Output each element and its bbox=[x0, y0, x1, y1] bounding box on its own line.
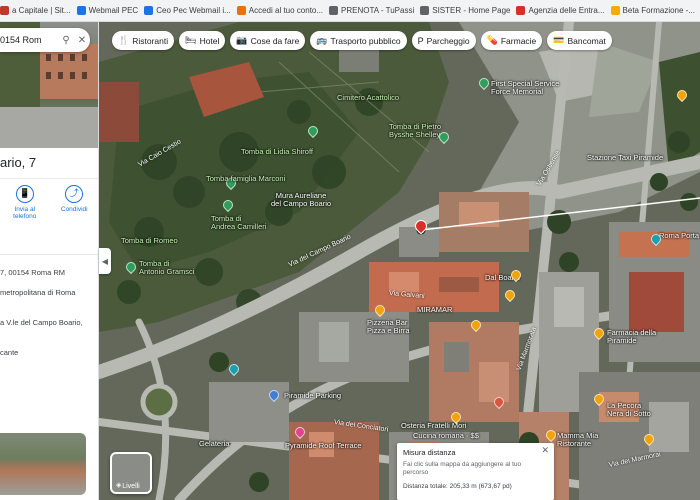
bookmark-favicon-icon bbox=[329, 6, 339, 15]
layers-label: Livelli bbox=[122, 483, 140, 490]
share-icon: ⤴ bbox=[65, 185, 84, 203]
bookmark-favicon-icon bbox=[144, 6, 154, 15]
bookmark-item[interactable]: Webmail PEC bbox=[76, 6, 139, 15]
atm-icon: 💳 bbox=[553, 35, 565, 45]
map-label[interactable]: Roma Porta bbox=[659, 232, 699, 240]
map-label[interactable]: Pyramide Roof Terrace bbox=[285, 442, 362, 450]
map-label[interactable]: MIRAMAR bbox=[417, 306, 452, 314]
region-line: metropolitana di Roma bbox=[0, 288, 76, 297]
bookmark-favicon-icon bbox=[0, 6, 9, 15]
chip-label: Hotel bbox=[199, 35, 220, 46]
chip-label: Ristoranti bbox=[132, 35, 169, 46]
bookmark-favicon-icon bbox=[516, 6, 526, 15]
map-label[interactable]: Tomba di Andrea Camilleri bbox=[211, 215, 266, 230]
place-title: ario, 7 bbox=[0, 155, 37, 170]
chip-trasporto-pubblico[interactable]: 🚌 Trasporto pubblico bbox=[310, 31, 407, 50]
search-query[interactable]: 0154 Rom bbox=[0, 35, 58, 45]
map-label[interactable]: Cucina romana · $$ bbox=[413, 432, 479, 440]
map-label[interactable]: Tomba famiglia Marconi bbox=[206, 175, 285, 183]
map-label[interactable]: Pizzeria Bar Pizza e Birra bbox=[367, 319, 410, 334]
fork-knife-icon: 🍴 bbox=[118, 35, 130, 45]
map-label[interactable]: Stazione Taxi Piramide bbox=[587, 154, 663, 162]
bookmark-item[interactable]: a Capitale | Sit... bbox=[0, 6, 71, 15]
chip-farmacie[interactable]: 💊 Farmacie bbox=[480, 31, 543, 50]
place-panel: 0154 Rom ⚲ ✕ ario, 7 📱 Invia al telefono ⤴… bbox=[0, 22, 99, 500]
map-label[interactable]: Tomba di Pietro Bysshe Shelley bbox=[389, 123, 441, 138]
map-label[interactable]: Piramide Parking bbox=[284, 392, 341, 400]
bookmark-label: Agenzia delle Entra... bbox=[528, 6, 605, 15]
bookmark-label: Beta Formazione -... bbox=[622, 6, 696, 15]
measure-distance: Distanza totale: 205,33 m (673,67 pd) bbox=[403, 482, 512, 490]
bed-icon: 🛏 bbox=[185, 35, 197, 45]
bookmark-favicon-icon bbox=[610, 6, 620, 15]
bookmark-favicon-icon bbox=[420, 6, 430, 15]
bookmarks-bar: a Capitale | Sit... Webmail PEC Ceo Pec We… bbox=[0, 0, 700, 22]
bookmark-item[interactable]: Beta Formazione -... bbox=[610, 6, 696, 15]
bookmark-label: Webmail PEC bbox=[88, 6, 139, 15]
map-label[interactable]: Tomba di Romeo bbox=[121, 237, 178, 245]
chip-bancomat[interactable]: 💳 Bancomat bbox=[547, 31, 612, 50]
chip-label: Parcheggio bbox=[426, 35, 470, 46]
map-label[interactable]: Tomba di Lidia Shiroff bbox=[241, 148, 313, 156]
map-label[interactable]: Cimitero Acattolico bbox=[337, 94, 399, 102]
map-label[interactable]: Tomba di Antonio Gramsci bbox=[139, 260, 194, 275]
measure-title: Misura distanza bbox=[403, 448, 456, 457]
chip-hotel[interactable]: 🛏 Hotel bbox=[179, 31, 226, 50]
address-line[interactable]: 7, 00154 Roma RM bbox=[0, 268, 65, 277]
map-label[interactable]: Farmacia della Piramide bbox=[607, 329, 656, 344]
chip-cose-da-fare[interactable]: 📷 Cose da fare bbox=[230, 31, 306, 50]
close-icon[interactable]: ✕ bbox=[74, 35, 90, 46]
map-label[interactable]: Gelateria bbox=[199, 440, 229, 448]
bus-icon: 🚌 bbox=[316, 35, 328, 45]
chip-label: Trasporto pubblico bbox=[330, 35, 401, 46]
maps-window: { "bookmarks": [ {"label": "a Capitale |… bbox=[0, 0, 700, 500]
search-icon[interactable]: ⚲ bbox=[58, 35, 74, 46]
map-label[interactable]: Mamma Mia Ristorante bbox=[557, 432, 598, 447]
bookmark-favicon-icon bbox=[236, 6, 246, 15]
map-label[interactable]: Mura Aureliane del Campo Boario bbox=[271, 192, 331, 207]
parking-icon: P bbox=[417, 35, 424, 46]
bookmark-label: SISTER - Home Page bbox=[432, 6, 511, 15]
pharmacy-icon: 💊 bbox=[486, 35, 498, 45]
category-chips: 🍴 Ristoranti 🛏 Hotel 📷 Cose da fare 🚌 Trasporto… bbox=[112, 31, 612, 50]
collapse-panel-button[interactable]: ◀ bbox=[99, 248, 111, 274]
bookmark-item[interactable]: Accedi al tuo conto... bbox=[236, 6, 324, 15]
bookmark-label: Ceo Pec Webmail i... bbox=[156, 6, 231, 15]
bookmark-label: PRENOTA - TuPassi bbox=[341, 6, 415, 15]
measure-distance-card: ✕ Misura distanza Fai clic sulla mappa d… bbox=[397, 443, 554, 500]
bookmark-item[interactable]: SISTER - Home Page bbox=[420, 6, 510, 15]
divider bbox=[0, 178, 98, 179]
action-label: Invia al telefono bbox=[13, 206, 37, 221]
chip-ristoranti[interactable]: 🍴 Ristoranti bbox=[112, 31, 175, 50]
extra-line: cante bbox=[0, 348, 19, 357]
bookmark-favicon-icon bbox=[76, 6, 86, 15]
divider bbox=[0, 254, 98, 255]
chip-label: Farmacie bbox=[500, 35, 537, 46]
measure-description: Fai clic sulla mappa da aggiungere al tu… bbox=[403, 461, 522, 476]
chip-label: Bancomat bbox=[567, 35, 606, 46]
chip-label: Cose da fare bbox=[250, 35, 300, 46]
action-label: Condividi bbox=[60, 206, 88, 213]
layers-button[interactable]: ◈ Livelli bbox=[110, 452, 152, 494]
satellite-map[interactable]: Cimitero Acattolico Tomba di Pietro Byss… bbox=[99, 22, 700, 500]
share-action-button[interactable]: ⤴ Condividi bbox=[59, 185, 89, 220]
phone-icon: 📱 bbox=[15, 185, 34, 203]
action-buttons: 📱 Invia al telefono ⤴ Condividi bbox=[0, 185, 98, 220]
bookmark-label: a Capitale | Sit... bbox=[12, 6, 71, 15]
search-input[interactable]: 0154 Rom ⚲ ✕ bbox=[0, 28, 90, 52]
map-label[interactable]: La Pecora Nera di Sotto bbox=[607, 402, 651, 417]
chip-parcheggio[interactable]: P Parcheggio bbox=[411, 31, 476, 50]
bookmark-item[interactable]: Ceo Pec Webmail i... bbox=[144, 6, 231, 15]
bookmark-item[interactable]: Agenzia delle Entra... bbox=[516, 6, 605, 15]
map-label[interactable]: First Special Service Force Memorial bbox=[491, 80, 559, 95]
camera-icon: 📷 bbox=[236, 35, 248, 45]
street-view-thumbnail[interactable] bbox=[0, 433, 86, 495]
bookmark-label: Accedi al tuo conto... bbox=[248, 6, 324, 15]
bookmark-item[interactable]: PRENOTA - TuPassi bbox=[329, 6, 414, 15]
nearby-line: a V.le del Campo Boario, bbox=[0, 318, 83, 327]
close-icon[interactable]: ✕ bbox=[541, 445, 549, 456]
phone-action-button[interactable]: 📱 Invia al telefono bbox=[10, 185, 40, 220]
